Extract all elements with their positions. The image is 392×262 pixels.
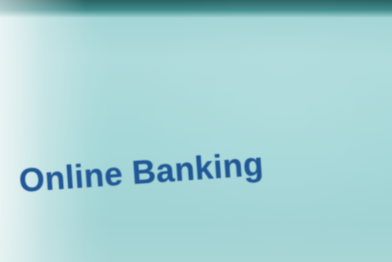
online-banking-screen: Online Banking xyxy=(0,0,392,262)
bottom-screen-glow xyxy=(0,222,392,262)
